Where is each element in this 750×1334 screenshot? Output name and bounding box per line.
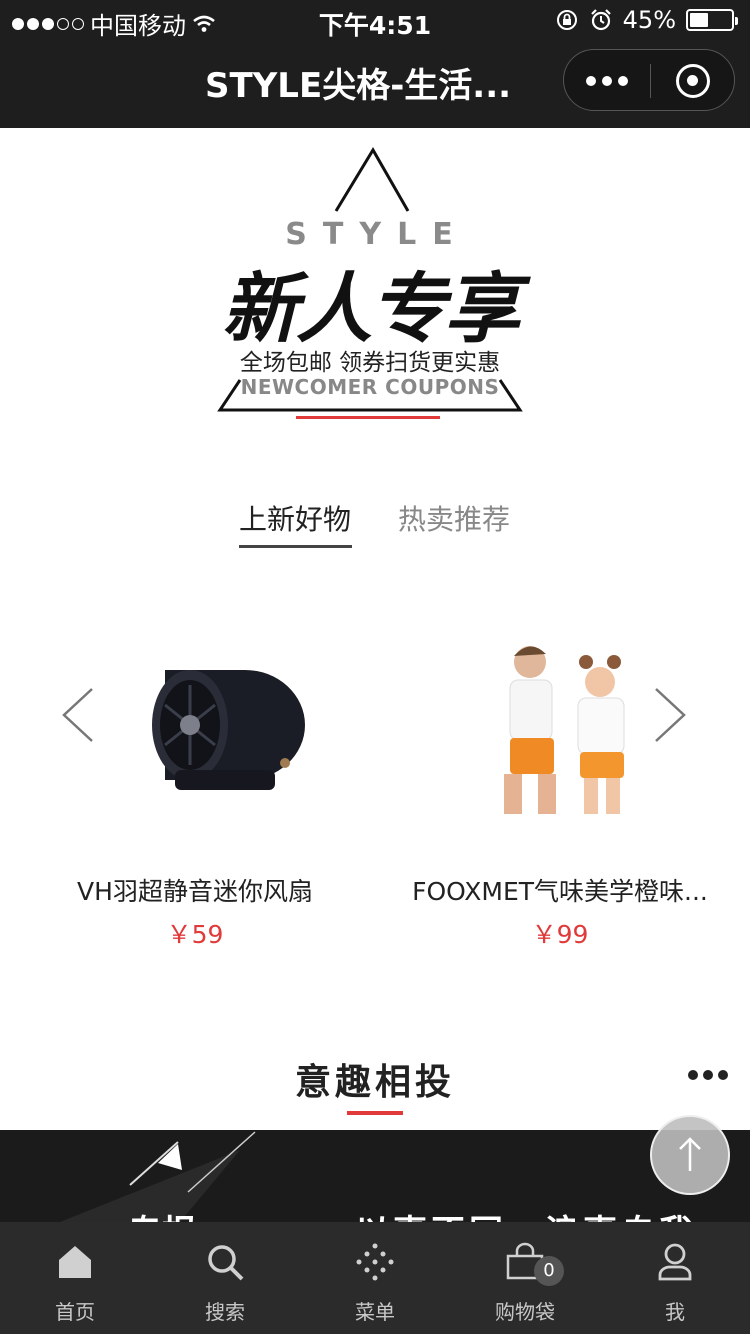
product-carousel: VH羽超静音迷你风扇 ￥59 FOOXMET气味美学橙味... ￥99 bbox=[0, 600, 750, 960]
product-price: ￥99 bbox=[531, 920, 589, 949]
tabbar-item-bag[interactable]: 0 购物袋 bbox=[450, 1222, 600, 1334]
user-icon bbox=[658, 1243, 692, 1281]
home-icon bbox=[59, 1246, 91, 1278]
banner-subtitle: 全场包邮 领券扫货更实惠 bbox=[239, 350, 501, 376]
tab-hot-sales[interactable]: 热卖推荐 bbox=[398, 498, 510, 538]
arrow-up-icon bbox=[679, 1137, 701, 1171]
battery-percent: 45% bbox=[622, 6, 676, 34]
battery-icon bbox=[686, 9, 738, 31]
close-button[interactable] bbox=[650, 50, 736, 112]
tab-new-arrivals[interactable]: 上新好物 bbox=[239, 498, 351, 538]
product-name: FOOXMET气味美学橙味... bbox=[412, 877, 708, 906]
banner-title: 新人专享 bbox=[222, 264, 520, 353]
rotation-lock-icon bbox=[556, 10, 577, 30]
product-tabs: 上新好物 热卖推荐 bbox=[0, 498, 750, 552]
menu-dots-icon bbox=[356, 1243, 394, 1281]
featured-banner[interactable]: 专报 以事不同，浪事自我 bbox=[0, 1130, 750, 1222]
tabbar-label: 首页 bbox=[55, 1300, 95, 1324]
featured-text-left: 专报 bbox=[128, 1205, 196, 1222]
mini-program-capsule bbox=[563, 49, 735, 111]
section-more-icon[interactable] bbox=[688, 1070, 728, 1080]
newcomer-banner[interactable]: STYLE 新人专享 全场包邮 领券扫货更实惠 NEWCOMER COUPONS bbox=[210, 145, 530, 435]
more-dots-icon bbox=[586, 76, 628, 86]
section-underline bbox=[347, 1111, 403, 1115]
page: 中国移动 下午4:51 45% STYLE尖格-生活... STYLE 新人专享… bbox=[0, 0, 750, 1334]
section-title: 意趣相投 bbox=[294, 1062, 455, 1103]
tabbar-label: 搜索 bbox=[205, 1300, 245, 1324]
tabbar-label: 购物袋 bbox=[495, 1300, 555, 1324]
status-bar: 中国移动 下午4:51 45% bbox=[0, 0, 750, 40]
cart-count-badge: 0 bbox=[534, 1256, 564, 1286]
target-icon bbox=[676, 64, 710, 98]
tabbar-item-search[interactable]: 搜索 bbox=[150, 1222, 300, 1334]
alarm-icon bbox=[590, 9, 611, 31]
tabbar-label: 我 bbox=[665, 1300, 685, 1324]
product-name: VH羽超静音迷你风扇 bbox=[77, 877, 313, 906]
status-right: 45% bbox=[555, 6, 738, 34]
search-icon bbox=[208, 1245, 244, 1281]
chevron-right-icon[interactable] bbox=[650, 685, 690, 745]
tabbar-item-home[interactable]: 首页 bbox=[0, 1222, 150, 1334]
tab-indicator bbox=[239, 545, 352, 548]
nav-title: STYLE尖格-生活... bbox=[205, 66, 512, 106]
bottom-tab-bar: 首页 搜索 菜单 0 购物袋 我 bbox=[0, 1222, 750, 1334]
tabbar-item-me[interactable]: 我 bbox=[600, 1222, 750, 1334]
more-button[interactable] bbox=[564, 50, 650, 112]
banner-english: NEWCOMER COUPONS bbox=[240, 375, 500, 399]
product-price: ￥59 bbox=[166, 920, 224, 949]
nav-bar: STYLE尖格-生活... bbox=[0, 40, 750, 128]
featured-text-right: 以事不同，浪事自我 bbox=[355, 1205, 697, 1222]
back-to-top-button[interactable] bbox=[650, 1115, 730, 1195]
tabbar-item-menu[interactable]: 菜单 bbox=[300, 1222, 450, 1334]
mini-fan-image bbox=[152, 670, 305, 790]
chevron-left-icon[interactable] bbox=[58, 685, 98, 745]
tabbar-label: 菜单 bbox=[355, 1300, 395, 1324]
banner-underline bbox=[296, 416, 440, 419]
